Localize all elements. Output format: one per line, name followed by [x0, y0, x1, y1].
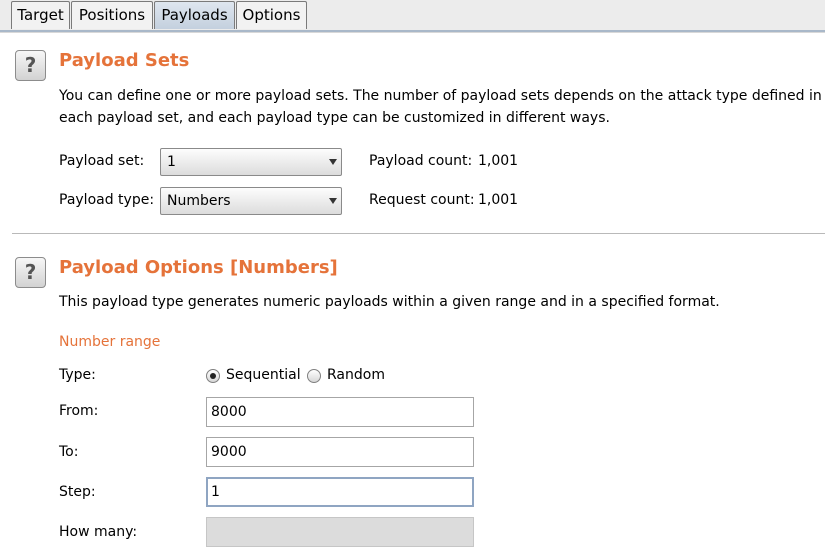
tab-target[interactable]: Target	[11, 1, 70, 29]
step-label: Step:	[59, 484, 96, 500]
radio-selected-dot	[210, 373, 216, 379]
section-title-payload-options: Payload Options [Numbers]	[59, 257, 338, 278]
payload-type-dropdown[interactable]: Numbers	[160, 187, 342, 215]
step-input[interactable]: 1	[206, 477, 474, 507]
chevron-down-icon	[329, 198, 337, 204]
help-icon[interactable]: ?	[15, 257, 46, 288]
how-many-label: How many:	[59, 524, 138, 540]
type-label: Type:	[59, 367, 96, 383]
section-title-payload-sets: Payload Sets	[59, 50, 190, 71]
tab-payloads[interactable]: Payloads	[154, 1, 235, 29]
section-separator	[12, 233, 825, 234]
payload-set-label: Payload set:	[59, 153, 145, 169]
tab-options[interactable]: Options	[236, 1, 307, 29]
from-input[interactable]: 8000	[206, 397, 474, 427]
how-many-input	[206, 517, 474, 547]
payload-count-label: Payload count:	[369, 153, 473, 169]
request-count-label: Request count:	[369, 192, 475, 208]
chevron-down-icon	[329, 159, 337, 165]
help-icon[interactable]: ?	[15, 50, 46, 81]
radio-sequential[interactable]	[206, 369, 220, 383]
from-label: From:	[59, 403, 99, 419]
payload-options-description: This payload type generates numeric payl…	[59, 294, 720, 310]
request-count-value: 1,001	[478, 192, 519, 208]
payload-sets-description-1: You can define one or more payload sets.…	[59, 88, 825, 104]
payload-type-label: Payload type:	[59, 192, 155, 208]
number-range-heading: Number range	[59, 334, 161, 350]
payload-sets-description-2: each payload set, and each payload type …	[59, 110, 610, 126]
payload-type-value: Numbers	[167, 193, 231, 209]
radio-random-label[interactable]: Random	[327, 367, 385, 383]
tab-positions[interactable]: Positions	[71, 1, 153, 29]
payload-count-value: 1,001	[478, 153, 519, 169]
payload-set-dropdown[interactable]: 1	[160, 148, 342, 176]
radio-random[interactable]	[307, 369, 321, 383]
to-input[interactable]: 9000	[206, 437, 474, 467]
radio-sequential-label[interactable]: Sequential	[226, 367, 301, 383]
payload-set-value: 1	[167, 154, 176, 170]
divider	[0, 32, 825, 33]
to-label: To:	[59, 444, 79, 460]
